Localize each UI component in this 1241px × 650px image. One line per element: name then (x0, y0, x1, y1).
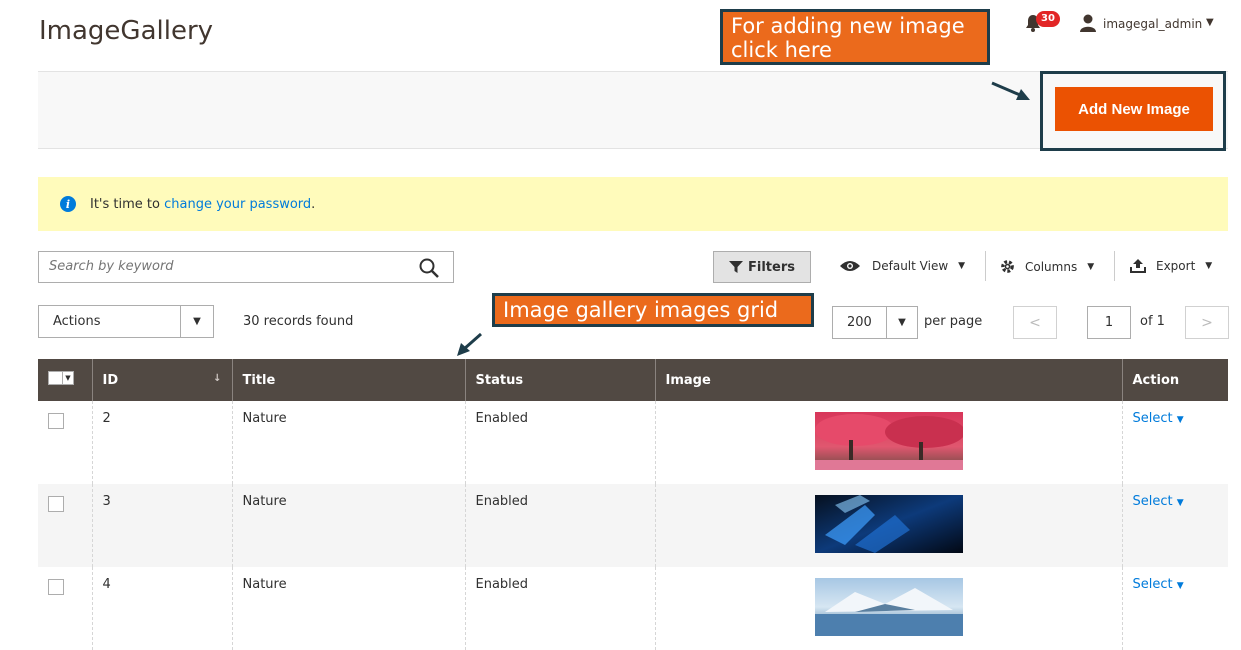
export-label: Export (1156, 259, 1196, 273)
user-icon[interactable] (1080, 14, 1096, 32)
row-checkbox[interactable] (48, 413, 64, 429)
page-title: ImageGallery (39, 16, 214, 46)
mass-select-control[interactable]: ▼ (48, 371, 74, 385)
funnel-icon (729, 261, 743, 273)
column-header-action: Action (1122, 359, 1228, 401)
column-header-status[interactable]: Status (465, 359, 656, 401)
arrow-pointer-icon (457, 332, 482, 356)
cell-id: 4 (92, 567, 233, 650)
column-header-image: Image (655, 359, 1123, 401)
user-name[interactable]: imagegal_admin (1103, 17, 1202, 31)
row-select-action[interactable]: Select ▼ (1133, 494, 1184, 509)
column-header-id[interactable]: ID ↓ (92, 359, 233, 401)
filters-button[interactable]: Filters (713, 251, 811, 283)
export-control[interactable]: Export ▼ (1130, 259, 1212, 273)
chevron-down-icon: ▼ (1205, 261, 1213, 271)
cell-status: Enabled (465, 567, 656, 650)
per-page-select[interactable]: 200 ▼ (832, 306, 918, 339)
next-page-button[interactable]: > (1185, 306, 1229, 339)
arrow-pointer-icon (991, 81, 1030, 100)
cell-image (655, 484, 1123, 567)
records-count: 30 records found (243, 314, 354, 329)
info-icon: i (60, 196, 76, 212)
table-row: 4 Nature Enabled Select ▼ (38, 567, 1228, 650)
chevron-right-icon: > (1201, 314, 1213, 331)
callout-grid: Image gallery images grid (492, 293, 814, 327)
view-label: Default View (872, 259, 949, 273)
cell-action: Select ▼ (1122, 401, 1228, 484)
cell-title: Nature (232, 401, 466, 484)
column-header-title[interactable]: Title (232, 359, 466, 401)
divider (1114, 251, 1115, 281)
row-select-action[interactable]: Select ▼ (1133, 577, 1184, 592)
change-password-link[interactable]: change your password (164, 197, 311, 212)
search-box (38, 251, 454, 283)
cell-image (655, 567, 1123, 650)
prev-page-button[interactable]: < (1013, 306, 1057, 339)
chevron-down-icon[interactable]: ▼ (1206, 17, 1214, 28)
cell-id: 2 (92, 401, 233, 484)
search-input[interactable] (49, 259, 409, 274)
chevron-down-icon: ▼ (1176, 498, 1184, 508)
search-icon[interactable] (419, 258, 439, 278)
per-page-value: 200 (847, 315, 872, 330)
eye-icon (840, 261, 860, 271)
cell-title: Nature (232, 484, 466, 567)
row-checkbox[interactable] (48, 579, 64, 595)
actions-label: Actions (53, 314, 101, 329)
page-input[interactable]: 1 (1087, 306, 1131, 339)
cell-action: Select ▼ (1122, 484, 1228, 567)
chevron-down-icon: ▼ (958, 261, 966, 271)
cell-id: 3 (92, 484, 233, 567)
view-switcher[interactable]: Default View ▼ (840, 259, 965, 273)
columns-label: Columns (1025, 259, 1078, 274)
table-row: 3 Nature Enabled Select ▼ (38, 484, 1228, 567)
chevron-down-icon: ▼ (180, 306, 213, 337)
export-icon (1130, 259, 1146, 273)
images-grid: ▼ ID ↓ Title Status Image Action 2 Nature… (38, 359, 1228, 650)
chevron-down-icon: ▼ (886, 307, 917, 338)
columns-control[interactable]: Columns ▼ (1000, 259, 1094, 274)
cell-action: Select ▼ (1122, 567, 1228, 650)
chevron-down-icon: ▼ (1087, 261, 1095, 272)
cell-image (655, 401, 1123, 484)
per-page-label: per page (924, 314, 983, 329)
image-thumbnail[interactable] (814, 412, 963, 470)
notice-text: It's time to change your password. (90, 196, 316, 212)
chevron-down-icon: ▼ (1176, 581, 1184, 591)
row-select-action[interactable]: Select ▼ (1133, 411, 1184, 426)
grid-header-row: ▼ ID ↓ Title Status Image Action (38, 359, 1228, 401)
actions-dropdown[interactable]: Actions ▼ (38, 305, 214, 338)
chevron-down-icon: ▼ (1176, 415, 1184, 425)
chevron-left-icon: < (1029, 314, 1041, 331)
sort-arrow-icon: ↓ (213, 373, 222, 384)
filters-label: Filters (748, 259, 795, 275)
divider (985, 251, 986, 281)
cell-status: Enabled (465, 401, 656, 484)
image-thumbnail[interactable] (814, 495, 963, 553)
cell-title: Nature (232, 567, 466, 650)
row-checkbox[interactable] (48, 496, 64, 512)
cell-status: Enabled (465, 484, 656, 567)
add-new-image-button[interactable]: Add New Image (1055, 87, 1213, 131)
page-total: of 1 (1140, 314, 1165, 329)
table-row: 2 Nature Enabled Select ▼ (38, 401, 1228, 484)
gear-icon (1001, 260, 1014, 273)
image-thumbnail[interactable] (814, 578, 963, 636)
callout-add-new: For adding new image click here (720, 9, 990, 65)
mass-action-header[interactable]: ▼ (38, 359, 93, 401)
notification-badge: 30 (1036, 11, 1060, 27)
password-notice: i It's time to change your password. (38, 177, 1228, 231)
